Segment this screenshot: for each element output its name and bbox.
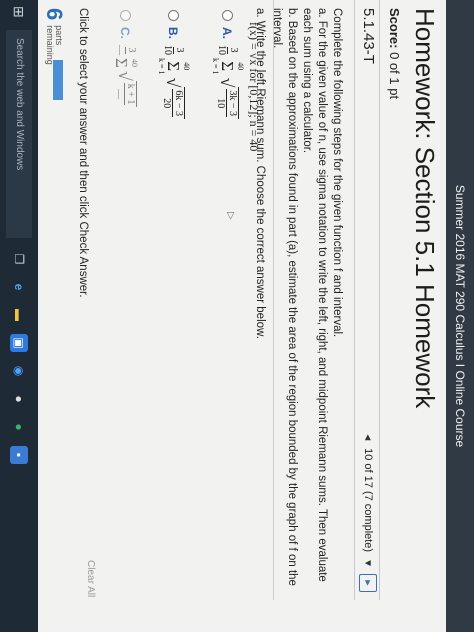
store-icon[interactable]: ▣ <box>10 334 28 352</box>
choice-b-expression: 3 10 40 Σ k = 1 √ 6k − 3 20 <box>157 45 191 120</box>
coef-num: 3 <box>227 46 239 54</box>
clear-all-button[interactable]: Clear All <box>85 560 96 597</box>
choice-b[interactable]: B. 3 10 40 Σ k = 1 √ 6k − 3 20 <box>157 10 191 120</box>
prev-question-icon[interactable]: ◄ <box>363 432 374 442</box>
windows-taskbar: ⊞ Search the web and Windows ❐ e ▬ ▣ ◉ ●… <box>0 0 38 632</box>
parts-remaining: 6 parts remaining <box>41 8 67 65</box>
coef-den: 10 <box>162 45 173 55</box>
radicand: 6k − 3 20 <box>161 87 186 120</box>
course-title-bar: Summer 2016 MAT 290 Calculus I Online Co… <box>446 0 474 632</box>
sum-lower: k = 1 <box>211 58 220 75</box>
parts-count: 6 <box>42 8 67 21</box>
coef-num: 3 <box>125 46 137 54</box>
choice-a-expression: 3 10 40 Σ k = 1 √ 3k − 3 10 <box>211 45 245 120</box>
sigma-symbol: 40 Σ k = 1 <box>157 58 191 75</box>
choice-a-radio[interactable] <box>222 10 233 21</box>
choice-b-radio[interactable] <box>168 10 179 21</box>
taskbar-search-box[interactable]: Search the web and Windows <box>6 30 32 238</box>
app-icon[interactable]: ● <box>10 418 28 436</box>
question-navigator: ◄ 10 of 17 (7 complete) ▼ ► <box>359 432 377 592</box>
score-label: Score: <box>387 8 402 49</box>
radicand-num: 3k − 3 <box>226 89 239 118</box>
coefficient-fraction: 3 — <box>114 45 137 55</box>
next-question-button[interactable]: ► <box>359 574 377 592</box>
sum-lower: k = 1 <box>157 58 166 75</box>
coef-den: — <box>114 45 125 55</box>
answer-instructions: Click to select your answer and then cli… <box>77 8 89 298</box>
photographed-screen: Summer 2016 MAT 290 Calculus I Online Co… <box>0 0 474 632</box>
sum-upper: 40 <box>236 62 245 71</box>
question-bar: 5.1.43-T ◄ 10 of 17 (7 complete) ▼ ► <box>354 0 380 600</box>
app-icon[interactable]: ◉ <box>10 362 28 380</box>
task-view-icon[interactable]: ❐ <box>10 250 28 268</box>
chrome-icon[interactable]: ● <box>10 390 28 408</box>
choice-c-expression: 3 — 40 Σ √ k + 1 — <box>112 45 139 108</box>
choice-letter: A. <box>220 27 235 39</box>
sum-upper: 40 <box>182 62 191 71</box>
file-explorer-icon[interactable]: ▬ <box>10 306 28 324</box>
app-icon[interactable]: ▪ <box>10 446 28 464</box>
next-arrow-icon: ► <box>363 578 373 588</box>
mouse-cursor-icon: ▷ <box>225 212 236 220</box>
choice-letter: B. <box>166 27 181 39</box>
radicand-den: 10 <box>215 98 227 109</box>
parts-line2: remaining <box>45 25 55 65</box>
parts-text: parts remaining <box>45 25 64 65</box>
radicand-den: 20 <box>161 98 173 109</box>
coefficient-fraction: 3 10 <box>162 45 185 55</box>
radicand: k + 1 — <box>113 80 138 108</box>
edge-browser-icon[interactable]: e <box>10 278 28 296</box>
parts-line1: parts <box>54 25 64 46</box>
radicand-num: 6k − 3 <box>172 89 185 118</box>
question-dropdown-icon[interactable]: ▼ <box>363 558 374 568</box>
problem-intro: Complete the following steps for the giv… <box>331 8 343 338</box>
parts-progress-bar <box>53 60 63 100</box>
choice-a[interactable]: A. 3 10 40 Σ k = 1 √ 3k − 3 10 <box>211 10 245 120</box>
coefficient-fraction: 3 10 <box>216 45 239 55</box>
score-line: Score: 0 of 1 pt <box>387 8 402 99</box>
sum-upper: 40 <box>130 58 139 67</box>
coef-num: 3 <box>173 46 185 54</box>
sigma-symbol: 40 Σ <box>112 58 139 68</box>
question-id: 5.1.43-T <box>360 8 377 64</box>
windows-start-icon[interactable]: ⊞ <box>10 6 27 18</box>
question-progress[interactable]: 10 of 17 (7 complete) <box>362 448 374 552</box>
radicand-num: k + 1 <box>124 82 137 106</box>
divider <box>273 0 274 600</box>
choice-c-radio[interactable] <box>120 10 131 21</box>
sigma-symbol: 40 Σ k = 1 <box>211 58 245 75</box>
page-title: Homework: Section 5.1 Homework <box>410 8 440 409</box>
radical: √ 6k − 3 20 <box>161 78 186 120</box>
coef-den: 10 <box>216 45 227 55</box>
radicand: 3k − 3 10 <box>215 87 240 120</box>
score-value: 0 of 1 pt <box>387 52 402 100</box>
choice-letter: C. <box>118 27 133 39</box>
choice-c[interactable]: C. 3 — 40 Σ √ k + 1 — <box>112 10 139 108</box>
radical: √ k + 1 — <box>113 71 138 108</box>
radical: √ 3k − 3 10 <box>215 78 240 120</box>
problem-step-a: a. For the given value of n, use sigma n… <box>301 8 328 582</box>
radicand-den: — <box>113 89 125 100</box>
part-a-prompt: a. Write the left Riemann sum. Choose th… <box>254 8 266 339</box>
